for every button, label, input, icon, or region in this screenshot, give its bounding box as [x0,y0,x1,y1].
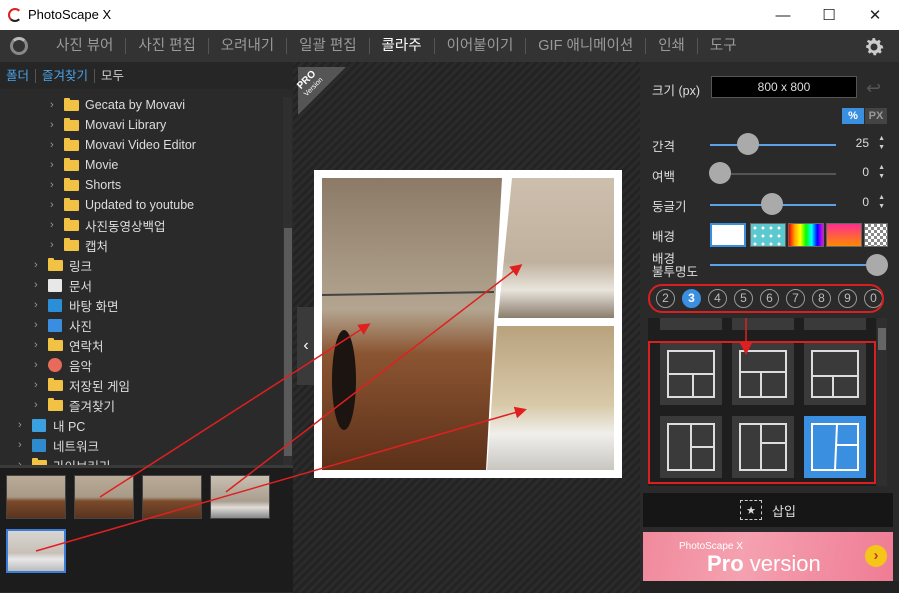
annotation-arrow [225,264,523,493]
annotation-arrow [35,406,527,552]
annotation-arrows [35,264,752,552]
annotation-arrow [99,323,371,498]
